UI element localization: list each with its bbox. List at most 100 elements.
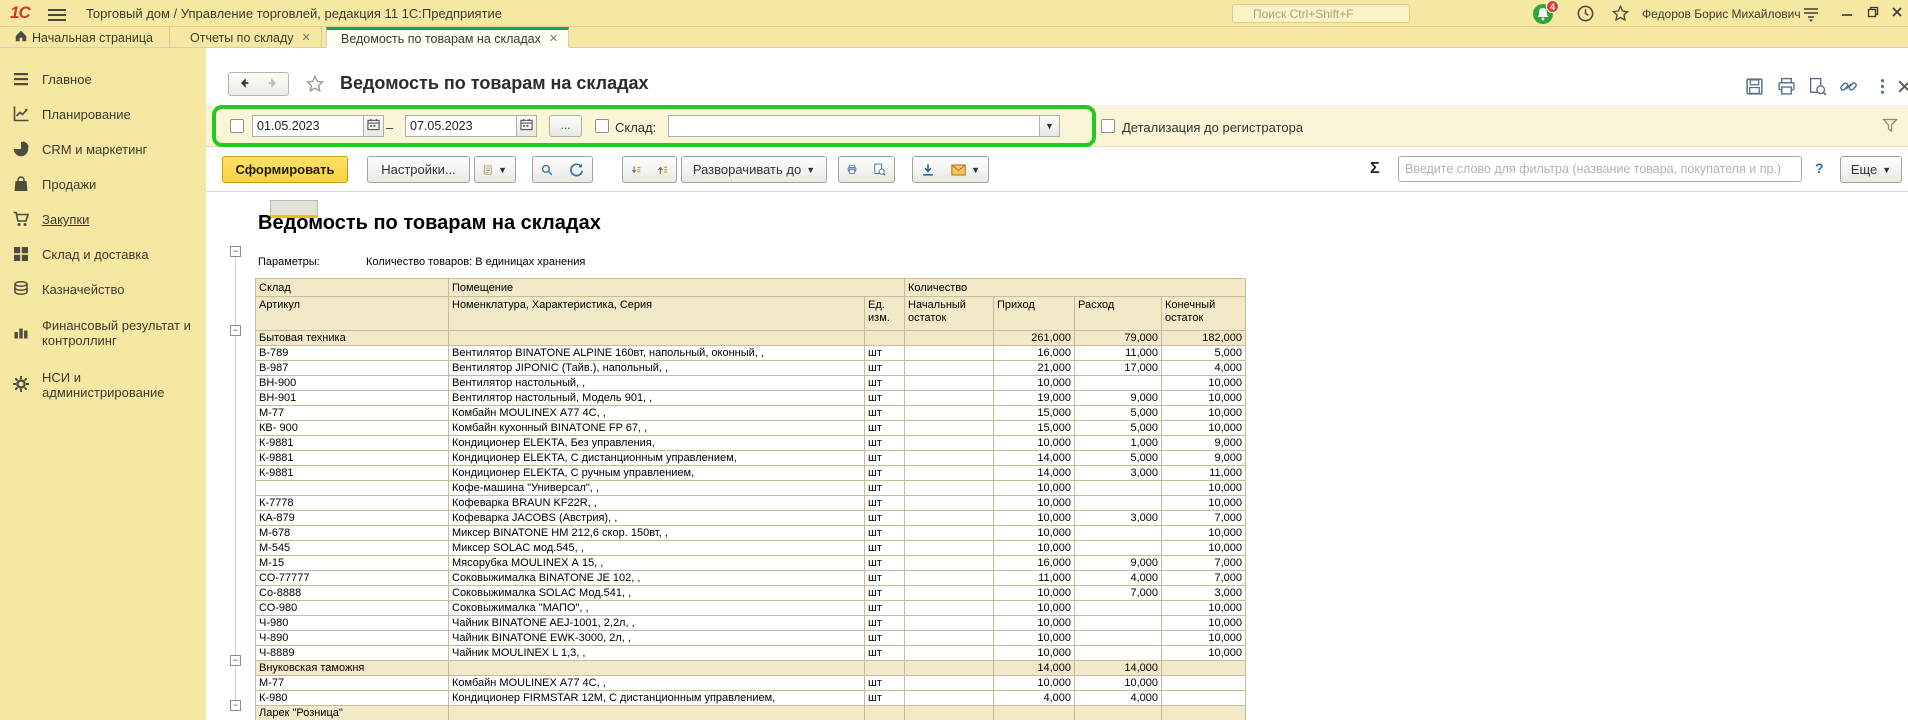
table-cell[interactable]: 10,000 <box>1162 496 1246 511</box>
table-cell[interactable] <box>905 421 994 436</box>
expand-to-button[interactable]: Разворачивать до▼ <box>681 156 827 183</box>
nav-forward-button[interactable] <box>258 72 289 96</box>
table-cell[interactable]: М-77 <box>256 676 449 691</box>
table-cell[interactable]: Чайник BINATONE EWK-3000, 2л, , <box>449 631 865 646</box>
table-row[interactable]: Ч-8889Чайник MOULINEX L 1,3, ,шт10,00010… <box>256 646 1246 661</box>
table-cell[interactable]: 10,000 <box>994 376 1075 391</box>
table-cell[interactable]: 7,000 <box>1162 511 1246 526</box>
table-cell[interactable]: К-7778 <box>256 496 449 511</box>
table-cell[interactable]: Ч-8889 <box>256 646 449 661</box>
table-cell[interactable]: 10,000 <box>1162 526 1246 541</box>
table-cell[interactable]: Конечный остаток <box>1162 297 1246 331</box>
table-cell[interactable]: К-9881 <box>256 451 449 466</box>
table-cell[interactable]: Соковыжималка SOLAC Мод.541, , <box>449 586 865 601</box>
table-cell[interactable]: шт <box>865 406 905 421</box>
table-cell[interactable]: 10,000 <box>994 481 1075 496</box>
table-cell[interactable]: 10,000 <box>1162 376 1246 391</box>
period-options-button[interactable]: ... <box>549 115 582 137</box>
table-cell[interactable] <box>905 601 994 616</box>
find-button[interactable] <box>532 156 562 183</box>
main-menu-icon[interactable] <box>48 6 66 20</box>
table-cell[interactable]: 5,000 <box>1075 421 1162 436</box>
table-row[interactable]: СО-980Соковыжималка "МАПО", ,шт10,00010,… <box>256 601 1246 616</box>
table-cell[interactable]: 14,000 <box>994 466 1075 481</box>
chevron-down-icon[interactable]: ▼ <box>1039 116 1059 136</box>
table-cell[interactable] <box>905 586 994 601</box>
table-cell[interactable] <box>905 631 994 646</box>
table-cell[interactable]: Кофеварка JACOBS (Австрия), , <box>449 511 865 526</box>
sidebar-item-8[interactable]: Финансовый результат и контроллинг <box>0 307 206 359</box>
table-row[interactable]: СО-77777Соковыжималка BINATONE JE 102, ,… <box>256 571 1246 586</box>
table-cell[interactable] <box>905 331 994 346</box>
table-cell[interactable]: 10,000 <box>994 436 1075 451</box>
get-link-icon[interactable] <box>1839 77 1859 97</box>
table-cell[interactable] <box>865 706 905 720</box>
table-cell[interactable]: Ч-890 <box>256 631 449 646</box>
table-cell[interactable] <box>905 466 994 481</box>
table-cell[interactable]: ВН-900 <box>256 376 449 391</box>
table-cell[interactable]: 4,000 <box>994 691 1075 706</box>
send-email-button[interactable]: ▼ <box>943 156 989 183</box>
table-cell[interactable] <box>1162 676 1246 691</box>
save-icon[interactable] <box>1745 77 1765 97</box>
table-cell[interactable]: Чайник MOULINEX L 1,3, , <box>449 646 865 661</box>
table-cell[interactable]: СО-77777 <box>256 571 449 586</box>
service-menu-icon[interactable] <box>1802 6 1822 26</box>
table-cell[interactable]: М-545 <box>256 541 449 556</box>
table-cell[interactable]: 4,000 <box>1075 571 1162 586</box>
table-cell[interactable] <box>1075 541 1162 556</box>
period-checkbox[interactable] <box>230 119 244 133</box>
table-cell[interactable]: ВН-901 <box>256 391 449 406</box>
group-row[interactable]: Ларек "Розница" <box>256 706 1246 720</box>
table-cell[interactable]: 10,000 <box>994 511 1075 526</box>
table-cell[interactable]: 10,000 <box>994 646 1075 661</box>
table-cell[interactable]: Ч-980 <box>256 616 449 631</box>
table-cell[interactable]: 3,000 <box>1162 586 1246 601</box>
table-cell[interactable]: шт <box>865 421 905 436</box>
table-cell[interactable]: 10,000 <box>994 676 1075 691</box>
tab-home[interactable]: Начальная страница <box>4 27 170 48</box>
table-cell[interactable]: шт <box>865 676 905 691</box>
table-row[interactable]: КА-879Кофеварка JACOBS (Австрия), ,шт10,… <box>256 511 1246 526</box>
form-close-icon[interactable] <box>1895 77 1908 97</box>
table-cell[interactable]: шт <box>865 586 905 601</box>
table-cell[interactable] <box>1075 496 1162 511</box>
refresh-button[interactable] <box>561 156 593 183</box>
group-row[interactable]: Бытовая техника261,00079,000182,000 <box>256 331 1246 346</box>
table-cell[interactable] <box>905 481 994 496</box>
table-cell[interactable]: 15,000 <box>994 406 1075 421</box>
table-row[interactable]: М-77Комбайн MOULINEX А77 4С, ,шт 10,00010… <box>256 676 1246 691</box>
table-cell[interactable]: шт <box>865 541 905 556</box>
table-cell[interactable]: К-9881 <box>256 466 449 481</box>
table-cell[interactable]: Комбайн MOULINEX А77 4С, , <box>449 676 865 691</box>
table-cell[interactable]: Кофе-машина "Универсал", , <box>449 481 865 496</box>
table-cell[interactable]: М-15 <box>256 556 449 571</box>
table-cell[interactable] <box>905 346 994 361</box>
table-cell[interactable]: шт <box>865 346 905 361</box>
table-cell[interactable]: 9,000 <box>1162 451 1246 466</box>
table-cell[interactable]: 10,000 <box>994 601 1075 616</box>
table-cell[interactable]: 10,000 <box>994 526 1075 541</box>
print-preview-button[interactable] <box>865 156 895 183</box>
table-cell[interactable]: Соковыжималка BINATONE JE 102, , <box>449 571 865 586</box>
table-cell[interactable]: 1,000 <box>1075 436 1162 451</box>
table-row[interactable]: К-9881Кондиционер ELEKTA, Без управления… <box>256 436 1246 451</box>
global-search-input[interactable] <box>1232 4 1410 23</box>
table-row[interactable]: В-987Вентилятор JIPONIC (Тайв.), напольн… <box>256 361 1246 376</box>
table-cell[interactable]: 4,000 <box>1162 361 1246 376</box>
table-cell[interactable]: 4,000 <box>1075 691 1162 706</box>
table-cell[interactable] <box>1075 601 1162 616</box>
table-cell[interactable]: 79,000 <box>1075 331 1162 346</box>
table-cell[interactable]: 10,000 <box>1075 676 1162 691</box>
table-row[interactable]: ВН-900Вентилятор настольный, ,шт10,00010… <box>256 376 1246 391</box>
table-cell[interactable] <box>449 706 865 720</box>
table-cell[interactable]: КА-879 <box>256 511 449 526</box>
table-cell[interactable]: Склад <box>256 279 449 297</box>
table-cell[interactable]: К-9881 <box>256 436 449 451</box>
group-collapse-toggle[interactable]: − <box>230 700 241 711</box>
table-cell[interactable] <box>1162 661 1246 676</box>
table-cell[interactable]: Ларек "Розница" <box>256 706 449 720</box>
table-cell[interactable]: Вентилятор BINATONE ALPINE 160вт, наполь… <box>449 346 865 361</box>
table-row[interactable]: ВН-901Вентилятор настольный, Модель 901,… <box>256 391 1246 406</box>
collapse-groups-button[interactable] <box>622 156 650 183</box>
